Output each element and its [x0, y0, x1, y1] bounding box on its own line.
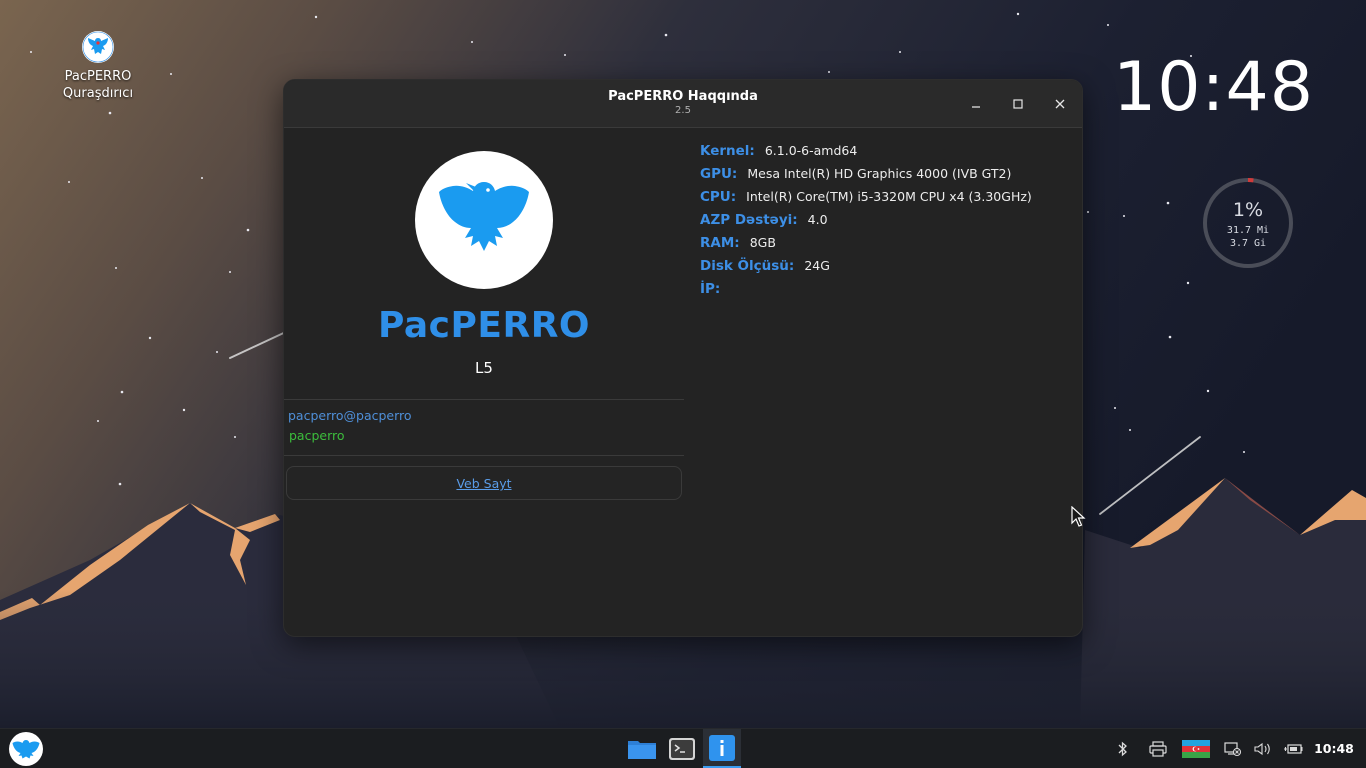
- printer-icon: [1149, 741, 1167, 757]
- info-key: RAM:: [700, 235, 740, 251]
- info-value: 24G: [804, 258, 830, 273]
- info-value: 6.1.0-6-amd64: [764, 143, 858, 158]
- tray-bluetooth[interactable]: [1108, 729, 1138, 768]
- edition-label: L5: [475, 359, 493, 377]
- file-manager-icon: [628, 741, 656, 759]
- close-button[interactable]: [1048, 92, 1072, 116]
- info-key: CPU:: [700, 189, 737, 205]
- battery-icon: [1284, 744, 1303, 754]
- taskbar-clock[interactable]: 10:48: [1308, 729, 1360, 768]
- tray-battery[interactable]: [1278, 729, 1308, 768]
- info-row: CPU: Intel(R) Core(TM) i5-3320M CPU x4 (3…: [700, 189, 1080, 212]
- tray-network[interactable]: [1218, 729, 1248, 768]
- info-row: Kernel: 6.1.0-6-amd64: [700, 143, 1080, 166]
- user-host-text: pacperro@pacperro: [288, 408, 412, 423]
- info-row: GPU: Mesa Intel(R) HD Graphics 4000 (IVB …: [700, 166, 1080, 189]
- cpu-ring: [1203, 178, 1293, 268]
- pacperro-eagle-logo-icon: [415, 151, 553, 289]
- info-row: AZP Dəstəyi: 4.0: [700, 212, 1080, 235]
- info-key: GPU:: [700, 166, 738, 182]
- divider: [284, 455, 684, 456]
- pacperro-logo-icon: [81, 30, 115, 64]
- tray-keyboard-layout[interactable]: [1180, 729, 1212, 768]
- window-version: 2.5: [675, 105, 691, 116]
- close-icon: [1055, 99, 1065, 109]
- info-key: AZP Dəstəyi:: [700, 212, 798, 228]
- window-titlebar[interactable]: PacPERRO Haqqında 2.5: [284, 80, 1082, 128]
- divider: [284, 399, 684, 400]
- about-left-pane: PacPERRO L5 pacperro@pacperro pacperro V…: [284, 129, 684, 636]
- bluetooth-icon: [1118, 741, 1127, 757]
- info-row: İP:: [700, 281, 1080, 304]
- memory-readout: 31.7 Mi 3.7 Gi: [1202, 224, 1294, 250]
- tray-printer[interactable]: [1143, 729, 1173, 768]
- terminal-icon: [669, 738, 695, 760]
- volume-icon: [1254, 742, 1270, 756]
- taskbar-file-manager[interactable]: [623, 729, 661, 768]
- info-value: Mesa Intel(R) HD Graphics 4000 (IVB GT2): [747, 166, 1012, 181]
- info-key: Disk Ölçüsü:: [700, 258, 795, 274]
- website-button[interactable]: Veb Sayt: [286, 466, 682, 500]
- azerbaijan-flag-icon: [1182, 740, 1210, 758]
- taskbar: 10:48: [0, 728, 1366, 768]
- desktop-clock: 10:48: [1113, 48, 1314, 127]
- taskbar-about-app[interactable]: [703, 729, 741, 768]
- about-window: PacPERRO Haqqında 2.5 PacPERRO L5 pacper…: [283, 79, 1083, 637]
- info-app-icon: [709, 734, 735, 761]
- info-value: 8GB: [749, 235, 776, 250]
- user-name-text: pacperro: [289, 428, 345, 443]
- desktop-icon-installer[interactable]: PacPERRO Quraşdırıcı: [48, 30, 148, 102]
- mem-used: 31.7 Mi: [1226, 225, 1270, 236]
- tray-volume[interactable]: [1248, 729, 1278, 768]
- maximize-button[interactable]: [1006, 92, 1030, 116]
- minimize-icon: [972, 106, 980, 108]
- info-value: 4.0: [807, 212, 828, 227]
- cpu-percent: 1%: [1232, 199, 1264, 221]
- start-menu-button[interactable]: [7, 731, 45, 767]
- taskbar-terminal[interactable]: [663, 729, 701, 768]
- pacperro-menu-icon: [9, 732, 43, 766]
- minimize-button[interactable]: [964, 92, 988, 116]
- mouse-cursor-icon: [1071, 506, 1086, 527]
- window-title: PacPERRO Haqqında: [608, 89, 758, 104]
- info-row: RAM: 8GB: [700, 235, 1080, 258]
- info-row: Disk Ölçüsü: 24G: [700, 258, 1080, 281]
- website-link[interactable]: Veb Sayt: [456, 476, 511, 491]
- resource-monitor-widget: 1% 31.7 Mi 3.7 Gi: [1202, 177, 1294, 269]
- mem-total: 3.7 Gi: [1229, 238, 1267, 249]
- system-info-list: Kernel: 6.1.0-6-amd64 GPU: Mesa Intel(R) HD…: [700, 143, 1080, 304]
- desktop-icon-label-line2: Quraşdırıcı: [62, 86, 134, 101]
- info-key: İP:: [700, 281, 721, 297]
- info-value: Intel(R) Core(TM) i5-3320M CPU x4 (3.30G…: [746, 189, 1032, 204]
- network-icon: [1224, 742, 1242, 757]
- info-key: Kernel:: [700, 143, 755, 159]
- brand-name: PacPERRO: [377, 305, 591, 346]
- desktop-icon-label-line1: PacPERRO: [64, 69, 132, 84]
- maximize-icon: [1013, 99, 1023, 109]
